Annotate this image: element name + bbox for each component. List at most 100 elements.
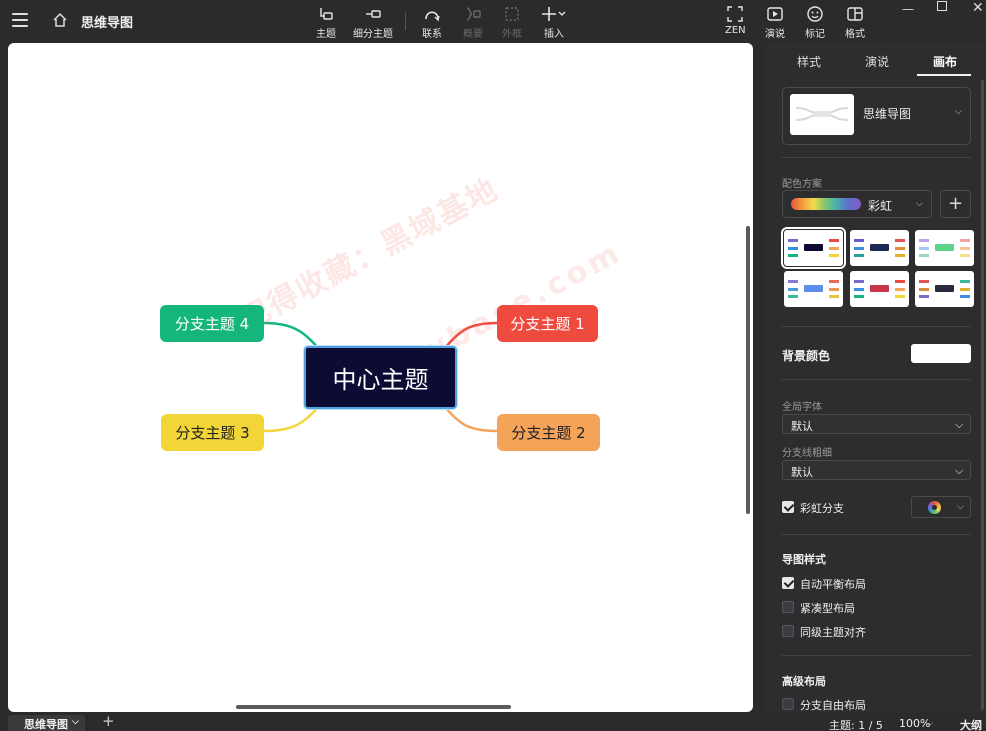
canvas-vertical-scrollbar[interactable]: [746, 226, 750, 514]
subtopic-label: 细分主题: [353, 29, 393, 40]
auto-balance-checkbox[interactable]: [782, 577, 794, 589]
document-title: 思维导图: [81, 16, 134, 31]
topic-label: 主题: [316, 29, 336, 40]
topic-count: 主题: 1 / 5: [829, 719, 883, 731]
chevron-down-icon: ⌵: [955, 418, 964, 431]
tab-canvas[interactable]: 画布: [933, 53, 957, 70]
relation-icon: [425, 11, 440, 22]
panel-tabs: 样式 演说 画布: [765, 43, 986, 77]
subtopic-button[interactable]: 细分主题: [353, 6, 393, 40]
central-topic[interactable]: 中心主题: [303, 345, 458, 410]
insert-icon: [542, 7, 566, 21]
add-sheet-button[interactable]: +: [102, 712, 115, 730]
boundary-label: 外框: [502, 29, 522, 40]
panel-scrollbar[interactable]: [981, 80, 984, 710]
structure-selector[interactable]: 思维导图 ⌵: [782, 87, 971, 145]
branch-width-select[interactable]: 默认 ⌵: [782, 460, 971, 480]
present-label: 演说: [765, 29, 785, 40]
format-label: 格式: [845, 29, 865, 40]
chevron-down-icon: ⌵: [955, 464, 964, 477]
global-font-select[interactable]: 默认 ⌵: [782, 414, 971, 434]
relation-button[interactable]: 联系: [422, 6, 442, 40]
app-window: 思维导图 主题 细分主题 联系 概要 外框 插入 ZEN 演说 标记 格式 — …: [0, 0, 986, 731]
canvas-horizontal-scrollbar[interactable]: [236, 705, 511, 709]
chevron-down-icon: ⌵: [926, 719, 933, 729]
global-font-value: 默认: [791, 420, 813, 433]
tab-style[interactable]: 样式: [797, 53, 821, 70]
add-color-scheme-button[interactable]: +: [940, 190, 971, 218]
sheet-tab[interactable]: 思维导图 ⌵: [8, 715, 85, 731]
topic-button[interactable]: 主题: [316, 6, 336, 40]
maximize-icon[interactable]: [937, 1, 947, 11]
chevron-down-icon: ⌵: [957, 502, 964, 512]
chevron-down-icon: ⌵: [72, 717, 79, 727]
summary-icon: [466, 7, 481, 21]
topic-icon: [320, 8, 333, 20]
minimize-icon[interactable]: —: [902, 2, 914, 16]
branch-topic-4[interactable]: 分支主题 4: [160, 305, 264, 342]
map-style-label: 导图样式: [782, 553, 826, 566]
background-color-swatch[interactable]: [911, 344, 971, 363]
outline-button[interactable]: 大纲: [960, 717, 982, 731]
format-icon: [847, 7, 863, 21]
divider: [782, 534, 971, 535]
present-button[interactable]: 演说: [765, 6, 785, 40]
divider: [782, 157, 971, 158]
color-wheel-icon: [928, 501, 941, 514]
marker-button[interactable]: 标记: [805, 6, 825, 40]
rainbow-branch-label: 彩虹分支: [800, 502, 844, 515]
free-layout-checkbox[interactable]: [782, 698, 794, 710]
color-scheme-value: 彩虹: [868, 199, 893, 213]
marker-icon: [807, 6, 823, 22]
theme-thumbnail-1[interactable]: [781, 227, 846, 269]
status-bar: 思维导图 ⌵ + 主题: 1 / 5 100% ⌵ 大纲: [0, 712, 986, 731]
branch-topic-3[interactable]: 分支主题 3: [161, 414, 264, 451]
structure-thumbnail: [790, 94, 854, 135]
color-scheme-select[interactable]: 彩虹 ⌵: [782, 190, 932, 218]
zen-button[interactable]: ZEN: [725, 6, 746, 36]
format-panel: 样式 演说 画布 思维导图 ⌵ 配色方案 彩虹 ⌵ + 背景颜色 全局字体 默认…: [765, 43, 986, 713]
structure-label: 思维导图: [863, 107, 912, 121]
summary-label: 概要: [463, 29, 483, 40]
summary-button[interactable]: 概要: [463, 6, 483, 40]
subtopic-icon: [366, 10, 381, 18]
compact-layout-checkbox[interactable]: [782, 601, 794, 613]
theme-thumbnail-5[interactable]: [850, 271, 909, 307]
compact-layout-label: 紧凑型布局: [800, 602, 855, 615]
theme-thumbnail-3[interactable]: [915, 230, 974, 266]
top-toolbar: 思维导图 主题 细分主题 联系 概要 外框 插入 ZEN 演说 标记 格式 — …: [0, 0, 986, 42]
insert-button[interactable]: 插入: [542, 6, 566, 40]
close-icon[interactable]: ✕: [972, 0, 984, 16]
divider: [782, 326, 971, 327]
align-siblings-label: 同级主题对齐: [800, 626, 866, 639]
rainbow-branch-select[interactable]: ⌵: [911, 496, 971, 518]
align-siblings-checkbox[interactable]: [782, 625, 794, 637]
zen-icon: [727, 6, 744, 22]
active-tab-indicator: [917, 74, 971, 76]
global-font-label: 全局字体: [782, 402, 822, 413]
rainbow-branch-checkbox[interactable]: [782, 501, 794, 513]
boundary-icon: [505, 7, 519, 21]
marker-label: 标记: [805, 29, 825, 40]
theme-thumbnail-6[interactable]: [915, 271, 974, 307]
zen-label: ZEN: [725, 25, 746, 36]
tab-present[interactable]: 演说: [865, 53, 889, 70]
relation-label: 联系: [422, 29, 442, 40]
insert-label: 插入: [544, 29, 564, 40]
branch-topic-2[interactable]: 分支主题 2: [497, 414, 600, 451]
menu-icon[interactable]: [12, 13, 28, 27]
home-icon[interactable]: [52, 12, 68, 28]
toolbar-divider: [405, 12, 406, 30]
rainbow-swatch: [791, 198, 861, 210]
boundary-button[interactable]: 外框: [502, 6, 522, 40]
present-icon: [767, 7, 783, 21]
sheet-tab-label: 思维导图: [24, 718, 68, 731]
chevron-down-icon: ⌵: [955, 107, 962, 117]
format-button[interactable]: 格式: [845, 6, 865, 40]
free-layout-label: 分支自由布局: [800, 699, 866, 712]
theme-thumbnail-2[interactable]: [850, 230, 909, 266]
branch-topic-1[interactable]: 分支主题 1: [497, 305, 598, 342]
branch-width-value: 默认: [791, 466, 813, 479]
auto-balance-label: 自动平衡布局: [800, 578, 866, 591]
theme-thumbnail-4[interactable]: [784, 271, 843, 307]
